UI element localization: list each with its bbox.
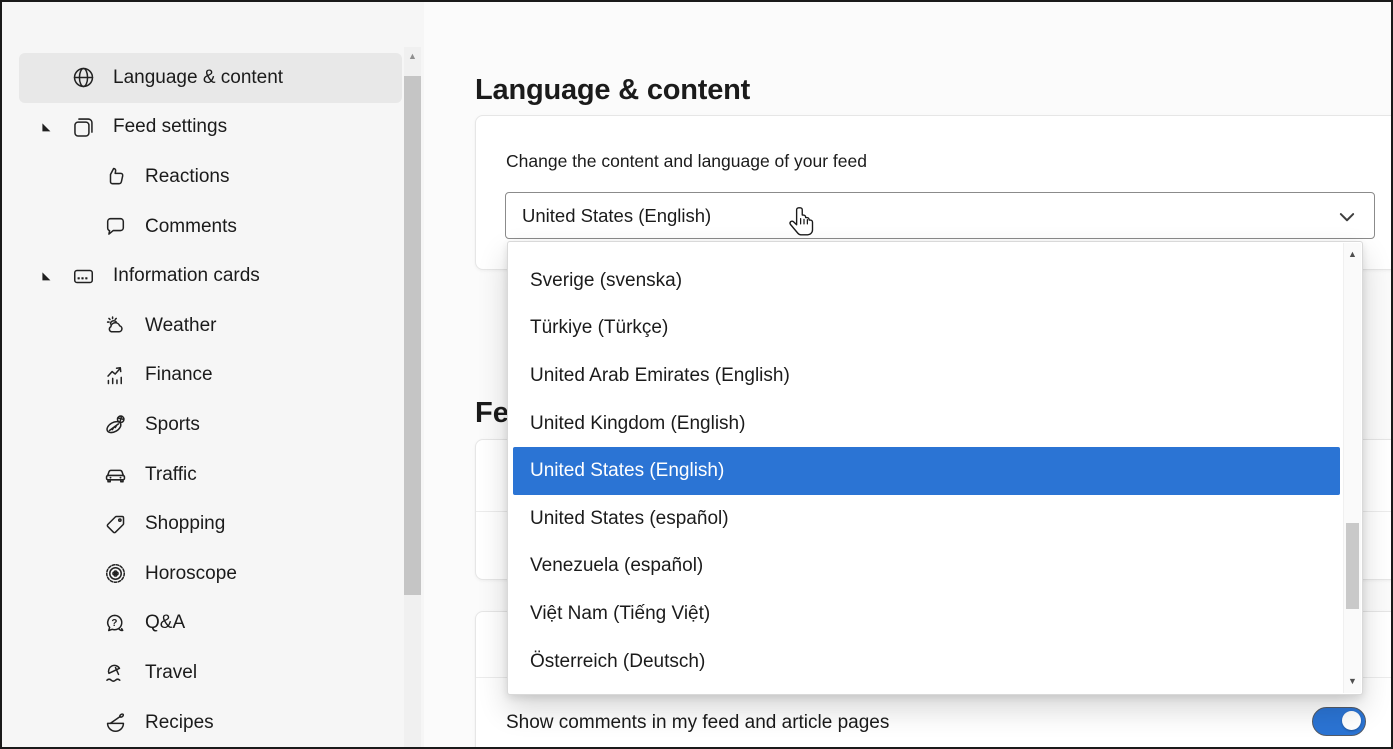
comment-icon	[103, 214, 128, 239]
expand-collapse-icon[interactable]	[39, 120, 53, 134]
globe-icon	[71, 65, 96, 90]
dropdown-option-selected[interactable]: United States (English)	[513, 447, 1340, 495]
sidebar-nav-list: Language & content Feed settings Reactio…	[2, 53, 402, 747]
horoscope-icon	[103, 561, 128, 586]
chevron-down-icon	[1334, 204, 1360, 230]
scroll-up-icon[interactable]: ▲	[1344, 250, 1361, 259]
toggle-knob	[1342, 711, 1361, 730]
language-select-value: United States (English)	[522, 205, 711, 227]
dropdown-option[interactable]: Österreich (Deutsch)	[513, 638, 1340, 686]
sidebar-item-finance[interactable]: Finance	[19, 351, 402, 401]
show-comments-toggle[interactable]	[1312, 707, 1366, 736]
show-comments-label: Show comments in my feed and article pag…	[506, 712, 889, 734]
svg-text:?: ?	[111, 618, 117, 629]
sidebar-item-traffic[interactable]: Traffic	[19, 450, 402, 500]
sidebar-item-language-content[interactable]: Language & content	[19, 53, 402, 103]
dropdown-option[interactable]: Sverige (svenska)	[513, 257, 1340, 305]
sidebar-item-label: Q&A	[145, 612, 185, 634]
dropdown-option[interactable]: United States (español)	[513, 495, 1340, 543]
sidebar-item-label: Traffic	[145, 464, 197, 486]
traffic-icon	[103, 462, 128, 487]
sidebar-item-label: Comments	[145, 216, 237, 238]
sidebar-item-label: Sports	[145, 414, 200, 436]
sidebar-scrollbar-thumb[interactable]	[404, 76, 421, 595]
dropdown-option[interactable]: United Arab Emirates (English)	[513, 352, 1340, 400]
sidebar-item-label: Shopping	[145, 513, 225, 535]
dropdown-option[interactable]: United Kingdom (English)	[513, 400, 1340, 448]
sidebar-item-sports[interactable]: Sports	[19, 400, 402, 450]
sidebar-item-qa[interactable]: ? Q&A	[19, 599, 402, 649]
scroll-down-icon[interactable]: ▼	[1344, 677, 1361, 686]
qa-icon: ?	[103, 611, 128, 636]
settings-sidebar: Language & content Feed settings Reactio…	[2, 2, 424, 747]
sidebar-item-recipes[interactable]: Recipes	[19, 698, 402, 748]
dropdown-scrollbar[interactable]: ▲ ▼	[1343, 243, 1361, 693]
dropdown-options-list: Sverige (svenska) Türkiye (Türkçe) Unite…	[513, 257, 1340, 685]
info-cards-icon	[71, 264, 96, 289]
language-select[interactable]: United States (English)	[505, 192, 1375, 239]
sidebar-item-label: Finance	[145, 364, 213, 386]
sidebar-item-label: Horoscope	[145, 563, 237, 585]
sidebar-item-horoscope[interactable]: Horoscope	[19, 549, 402, 599]
sidebar-item-label: Language & content	[113, 67, 283, 89]
thumbs-up-icon	[103, 164, 128, 189]
weather-icon	[103, 313, 128, 338]
shopping-tag-icon	[103, 512, 128, 537]
sidebar-item-information-cards[interactable]: Information cards	[19, 251, 402, 301]
edge-settings-page: Language & content Feed settings Reactio…	[0, 0, 1393, 749]
sidebar-item-feed-settings[interactable]: Feed settings	[19, 103, 402, 153]
scroll-up-icon[interactable]: ▲	[404, 52, 421, 61]
sidebar-item-label: Travel	[145, 662, 197, 684]
page-title: Language & content	[475, 74, 750, 107]
sidebar-item-weather[interactable]: Weather	[19, 301, 402, 351]
sidebar-item-label: Information cards	[113, 265, 260, 287]
sidebar-item-shopping[interactable]: Shopping	[19, 499, 402, 549]
travel-icon	[103, 660, 128, 685]
language-dropdown: Sverige (svenska) Türkiye (Türkçe) Unite…	[507, 241, 1363, 695]
sidebar-item-reactions[interactable]: Reactions	[19, 152, 402, 202]
sidebar-item-label: Weather	[145, 315, 216, 337]
sports-icon	[103, 412, 128, 437]
sidebar-item-label: Feed settings	[113, 116, 227, 138]
dropdown-scrollbar-thumb[interactable]	[1346, 523, 1359, 609]
sidebar-item-travel[interactable]: Travel	[19, 648, 402, 698]
recipes-icon	[103, 710, 128, 735]
dropdown-option[interactable]: Venezuela (español)	[513, 543, 1340, 591]
dropdown-option[interactable]: Türkiye (Türkçe)	[513, 305, 1340, 353]
sidebar-scrollbar[interactable]: ▲	[404, 47, 421, 749]
finance-icon	[103, 363, 128, 388]
sidebar-item-comments[interactable]: Comments	[19, 202, 402, 252]
expand-collapse-icon[interactable]	[39, 269, 53, 283]
sidebar-item-label: Reactions	[145, 166, 230, 188]
feed-icon	[71, 115, 96, 140]
language-select-label: Change the content and language of your …	[506, 151, 867, 172]
dropdown-option[interactable]: Việt Nam (Tiếng Việt)	[513, 590, 1340, 638]
sidebar-item-label: Recipes	[145, 712, 214, 734]
